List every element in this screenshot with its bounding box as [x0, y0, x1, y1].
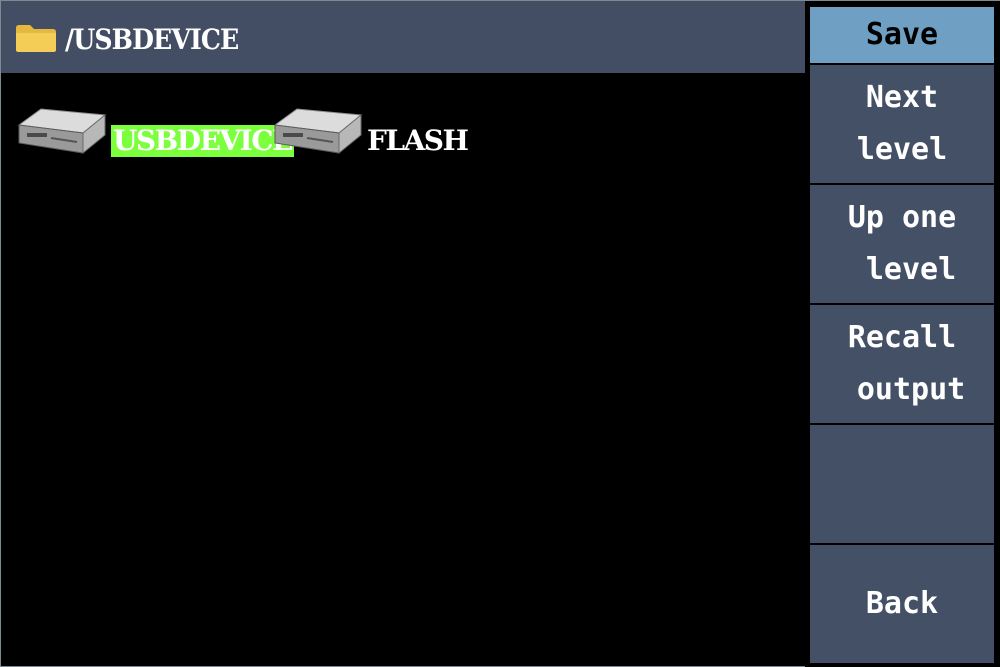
recall-output-label-1: Recall: [847, 320, 957, 355]
empty-softkey[interactable]: [810, 425, 994, 543]
save-label: Save: [865, 17, 939, 52]
drive-item-usbdevice[interactable]: USBDEVICE: [11, 103, 294, 163]
file-list: USBDEVICE FLASH: [1, 73, 805, 666]
drive-item-flash[interactable]: FLASH: [267, 103, 469, 163]
drive-icon: [17, 108, 107, 155]
drive-label: FLASH: [367, 124, 469, 157]
recall-output-label-2: output: [838, 372, 966, 407]
file-browser-screen: /USBDEVICE USBDEVICE FLASH Save Next lev…: [0, 0, 1000, 667]
current-path: /USBDEVICE: [65, 23, 239, 56]
back-label: Back: [865, 586, 939, 621]
recall-output-button[interactable]: Recall output: [810, 305, 994, 423]
up-one-level-label-1: Up one: [847, 200, 957, 235]
softkey-menu: Save Next level Up one level Recall outp…: [805, 1, 1000, 667]
drive-icon: [273, 108, 363, 155]
back-button[interactable]: Back: [810, 545, 994, 663]
next-level-label-1: Next: [865, 80, 939, 115]
folder-icon: [16, 25, 56, 52]
path-bar: /USBDEVICE: [1, 1, 805, 73]
next-level-label-2: level: [856, 132, 948, 167]
up-one-level-button[interactable]: Up one level: [810, 185, 994, 303]
save-button[interactable]: Save: [810, 7, 994, 63]
next-level-button[interactable]: Next level: [810, 65, 994, 183]
up-one-level-label-2: level: [847, 252, 957, 287]
